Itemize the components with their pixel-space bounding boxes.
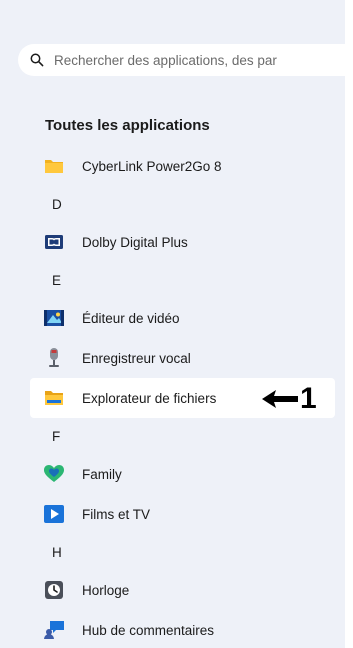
callout-number: 1 [300,382,317,415]
letter-header-d[interactable]: D [30,186,345,222]
arrow-left-icon [262,390,298,408]
letter-label: H [52,544,62,560]
search-icon [30,53,44,67]
app-label: CyberLink Power2Go 8 [82,158,222,174]
callout-annotation: 1 [262,384,317,414]
clock-icon [44,580,64,600]
app-item-hub-de-commentaires[interactable]: Hub de commentaires [30,610,345,648]
app-item-family[interactable]: Family [30,454,345,494]
section-title: Toutes les applications [45,117,210,134]
microphone-icon [44,348,64,368]
app-label: Explorateur de fichiers [82,390,217,406]
app-item-enregistreur-vocal[interactable]: Enregistreur vocal [30,338,345,378]
app-label: Dolby Digital Plus [82,234,188,250]
letter-label: F [52,428,61,444]
top-strip [0,0,345,40]
app-item-editeur-de-video[interactable]: Éditeur de vidéo [30,298,345,338]
video-editor-icon [44,308,64,328]
app-item-horloge[interactable]: Horloge [30,570,345,610]
app-label: Éditeur de vidéo [82,310,180,326]
heart-icon [44,464,64,484]
letter-label: E [52,272,62,288]
play-icon [44,504,64,524]
search-input[interactable] [54,52,345,68]
letter-header-h[interactable]: H [30,534,345,570]
app-item-dolby-digital-plus[interactable]: Dolby Digital Plus [30,222,345,262]
feedback-icon [44,620,64,640]
letter-label: D [52,196,62,212]
dolby-icon [44,232,64,252]
letter-header-e[interactable]: E [30,262,345,298]
search-box[interactable] [18,44,345,76]
letter-header-f[interactable]: F [30,418,345,454]
start-menu-all-apps-panel: Toutes les applications CyberLink Power2… [0,0,345,648]
app-label: Films et TV [82,506,151,522]
app-label: Horloge [82,582,130,598]
app-item-films-et-tv[interactable]: Films et TV [30,494,345,534]
app-item-cyberlink-power2go[interactable]: CyberLink Power2Go 8 [30,146,345,186]
file-explorer-icon [44,388,64,408]
app-label: Hub de commentaires [82,622,215,638]
folder-icon [44,156,64,176]
app-label: Family [82,466,122,482]
app-label: Enregistreur vocal [82,350,191,366]
